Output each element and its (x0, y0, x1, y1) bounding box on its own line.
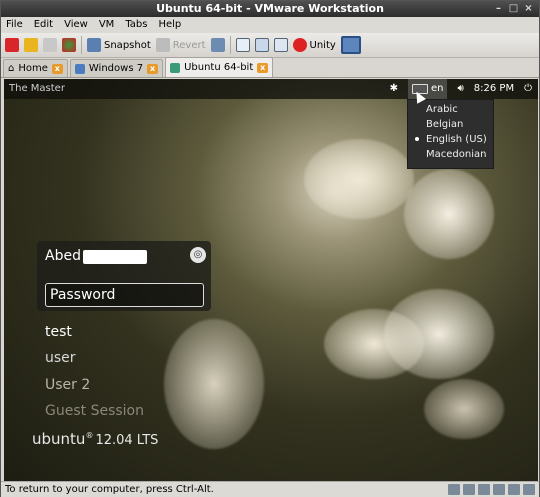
window-title: Ubuntu 64-bit - VMware Workstation (156, 2, 384, 15)
accessibility-icon[interactable]: ✱ (390, 79, 398, 99)
revert-button[interactable]: Revert (155, 35, 206, 55)
revert-label: Revert (172, 39, 206, 51)
power-on-icon[interactable] (43, 38, 57, 52)
thumbnail-view-icon[interactable] (340, 36, 361, 54)
device-icons (448, 484, 535, 495)
brand-name: ubuntu (32, 430, 86, 448)
user-item-user-2[interactable]: User 2 (45, 377, 90, 393)
hostname-label: The Master (9, 83, 65, 94)
hard-disk-icon[interactable] (448, 484, 460, 495)
selected-dot-icon (415, 137, 419, 141)
user-item-user[interactable]: user (45, 350, 76, 366)
unity-label: Unity (309, 39, 336, 51)
toolbar-separator (81, 36, 82, 54)
menu-item-english-us[interactable]: English (US) (408, 132, 493, 147)
unity-icon (292, 38, 307, 52)
toolbar-separator (229, 36, 231, 54)
title-bar[interactable]: Ubuntu 64-bit - VMware Workstation – □ × (1, 1, 539, 17)
snapshot-manager-icon[interactable] (210, 38, 225, 52)
snapshot-button[interactable]: Snapshot (87, 35, 151, 55)
quick-switch-icon[interactable] (235, 38, 250, 52)
ubuntu-version: 12.04 LTS (95, 433, 159, 448)
reset-icon[interactable] (62, 38, 76, 52)
tab-label: Windows 7 (88, 63, 144, 74)
redacted-surname (83, 250, 147, 264)
vm-icon (170, 62, 181, 73)
menu-item-macedonian[interactable]: Macedonian (408, 147, 493, 162)
close-tab-icon[interactable]: x (147, 63, 159, 74)
flower-blossom (164, 319, 264, 449)
flower-blossom (424, 379, 504, 439)
tab-ubuntu-64-bit[interactable]: Ubuntu 64-bit x (165, 57, 274, 77)
status-bar: To return to your computer, press Ctrl-A… (1, 481, 539, 497)
close-tab-icon[interactable]: x (257, 62, 269, 73)
flower-blossom (304, 139, 414, 219)
window-controls: – □ × (492, 2, 535, 15)
cd-drive-icon[interactable] (463, 484, 475, 495)
menu-view[interactable]: View (59, 17, 94, 33)
user-item-guest-session[interactable]: Guest Session (45, 403, 144, 419)
tab-label: Home (18, 63, 48, 74)
snapshot-label: Snapshot (104, 39, 151, 51)
user-item-test[interactable]: test (45, 324, 72, 340)
keyboard-layout-menu: Arabic Belgian English (US) Macedonian (407, 99, 494, 169)
menu-item-label: Macedonian (426, 149, 487, 160)
message-icon[interactable] (523, 484, 535, 495)
status-text: To return to your computer, press Ctrl-A… (5, 484, 214, 495)
ubuntu-brand: ubuntu® 12.04 LTS (32, 430, 158, 448)
snapshot-icon (87, 38, 101, 52)
clock[interactable]: 8:26 PM (474, 79, 514, 99)
tab-bar: ⌂ Home x Windows 7 x Ubuntu 64-bit x (1, 57, 539, 78)
fullscreen-icon[interactable] (273, 38, 288, 52)
toolbar: Snapshot Revert Unity (1, 33, 539, 58)
flower-blossom (404, 169, 494, 259)
home-icon: ⌂ (8, 63, 15, 74)
tab-home[interactable]: ⌂ Home x (3, 59, 68, 77)
tab-windows-7[interactable]: Windows 7 x (69, 59, 164, 77)
vm-icon (74, 63, 85, 74)
minimize-icon[interactable]: – (492, 2, 505, 15)
power-icon[interactable]: ⏻ (524, 79, 532, 99)
menu-file[interactable]: File (1, 17, 29, 33)
menu-vm[interactable]: VM (94, 17, 120, 33)
network-icon[interactable] (478, 484, 490, 495)
usb-icon[interactable] (493, 484, 505, 495)
menu-bar: File Edit View VM Tabs Help (1, 17, 539, 33)
password-placeholder: Password (50, 287, 116, 303)
menu-item-belgian[interactable]: Belgian (408, 117, 493, 132)
suspend-icon[interactable] (24, 38, 38, 52)
maximize-icon[interactable]: □ (507, 2, 520, 15)
tab-label: Ubuntu 64-bit (184, 62, 254, 73)
selected-user-name[interactable]: Abed (45, 248, 81, 264)
sound-icon[interactable] (508, 484, 520, 495)
close-tab-icon[interactable]: x (51, 63, 63, 74)
top-panel: The Master ✱ en 🔊︎ 8:26 PM ⏻ (4, 79, 538, 99)
password-input[interactable]: Password (45, 283, 204, 307)
menu-item-label: English (US) (426, 134, 487, 145)
power-off-icon[interactable] (5, 38, 19, 52)
menu-tabs[interactable]: Tabs (120, 17, 153, 33)
menu-item-label: Belgian (426, 119, 464, 130)
keyboard-layout-label: en (430, 83, 444, 94)
unity-button[interactable]: Unity (292, 35, 336, 55)
menu-edit[interactable]: Edit (29, 17, 59, 33)
flower-blossom (384, 289, 494, 379)
menu-help[interactable]: Help (153, 17, 187, 33)
indicator-area: ✱ en 🔊︎ 8:26 PM ⏻ (390, 79, 532, 99)
volume-icon[interactable]: 🔊︎ (457, 79, 463, 99)
console-view-icon[interactable] (254, 38, 269, 52)
close-icon[interactable]: × (522, 2, 535, 15)
revert-icon (155, 38, 170, 52)
menu-item-arabic[interactable]: Arabic (408, 102, 493, 117)
vmware-window: Ubuntu 64-bit - VMware Workstation – □ ×… (0, 0, 540, 497)
brand-registered-mark: ® (85, 431, 94, 440)
ubuntu-logo-icon[interactable]: ◎ (190, 247, 206, 263)
menu-item-label: Arabic (426, 104, 458, 115)
